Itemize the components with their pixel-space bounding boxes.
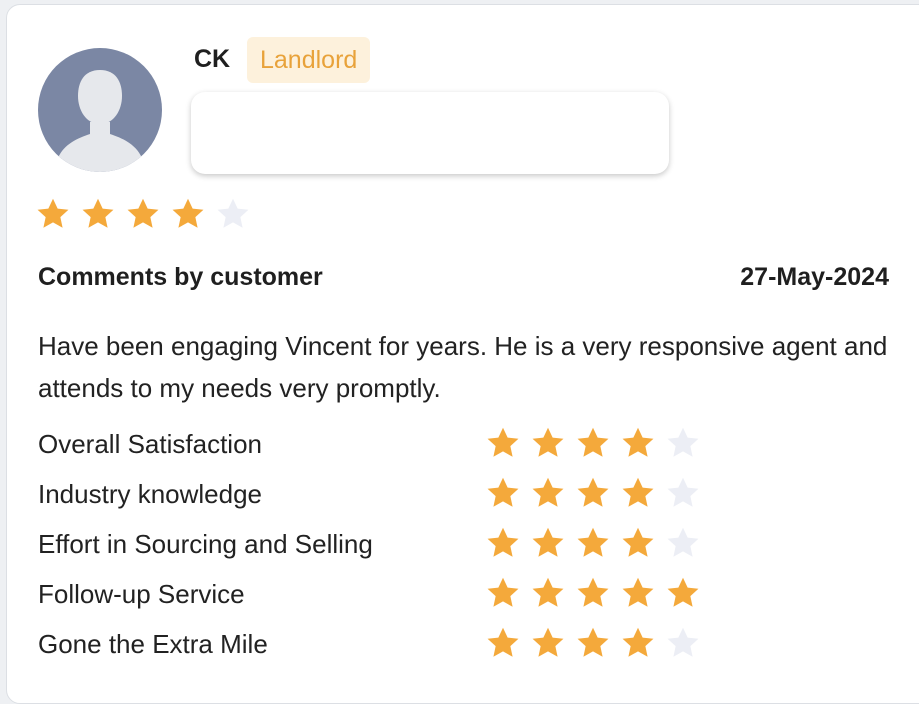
star-empty-icon xyxy=(667,427,699,457)
blank-popup xyxy=(191,92,669,174)
star-filled-icon xyxy=(622,427,654,457)
rating-row-effort-sourcing-selling: Effort in Sourcing and Selling xyxy=(38,523,898,573)
star-filled-icon xyxy=(622,627,654,657)
rating-label: Industry knowledge xyxy=(38,479,263,509)
star-filled-icon xyxy=(667,577,699,607)
star-filled-icon xyxy=(532,527,564,557)
rating-label: Effort in Sourcing and Selling xyxy=(38,529,373,559)
star-filled-icon xyxy=(487,527,519,557)
reviewer-initials: CK xyxy=(194,45,231,73)
star-filled-icon xyxy=(622,577,654,607)
star-filled-icon xyxy=(487,627,519,657)
rating-row-follow-up-service: Follow-up Service xyxy=(38,573,898,623)
rating-stars xyxy=(485,425,701,461)
rating-label: Overall Satisfaction xyxy=(38,429,262,459)
star-filled-icon xyxy=(622,527,654,557)
star-empty-icon xyxy=(217,198,249,228)
star-filled-icon xyxy=(577,427,609,457)
rating-label: Follow-up Service xyxy=(38,579,245,609)
star-filled-icon xyxy=(532,477,564,507)
rating-row-industry-knowledge: Industry knowledge xyxy=(38,473,898,523)
star-filled-icon xyxy=(532,577,564,607)
rating-row-gone-extra-mile: Gone the Extra Mile xyxy=(38,623,898,673)
star-filled-icon xyxy=(577,577,609,607)
review-date: 27-May-2024 xyxy=(740,263,889,291)
star-filled-icon xyxy=(532,627,564,657)
user-silhouette-icon xyxy=(58,70,142,172)
star-filled-icon xyxy=(127,198,159,228)
star-filled-icon xyxy=(487,427,519,457)
rating-stars xyxy=(485,475,701,511)
star-filled-icon xyxy=(487,477,519,507)
star-empty-icon xyxy=(667,477,699,507)
star-filled-icon xyxy=(532,427,564,457)
rating-row-overall-satisfaction: Overall Satisfaction xyxy=(38,423,898,473)
overall-star-rating xyxy=(35,196,251,232)
rating-stars xyxy=(485,525,701,561)
role-badge: Landlord xyxy=(247,37,371,83)
rating-stars xyxy=(485,625,701,661)
star-filled-icon xyxy=(577,477,609,507)
star-filled-icon xyxy=(622,477,654,507)
star-filled-icon xyxy=(487,577,519,607)
rating-label: Gone the Extra Mile xyxy=(38,629,268,659)
avatar xyxy=(38,48,162,172)
star-filled-icon xyxy=(577,527,609,557)
review-comment: Have been engaging Vincent for years. He… xyxy=(38,331,888,403)
star-empty-icon xyxy=(667,527,699,557)
star-filled-icon xyxy=(37,198,69,228)
star-filled-icon xyxy=(172,198,204,228)
review-card: CK Landlord Comments by customer 27-May-… xyxy=(6,4,919,704)
rating-stars xyxy=(485,575,701,611)
comments-heading: Comments by customer xyxy=(38,263,323,291)
star-filled-icon xyxy=(82,198,114,228)
star-empty-icon xyxy=(667,627,699,657)
star-filled-icon xyxy=(577,627,609,657)
